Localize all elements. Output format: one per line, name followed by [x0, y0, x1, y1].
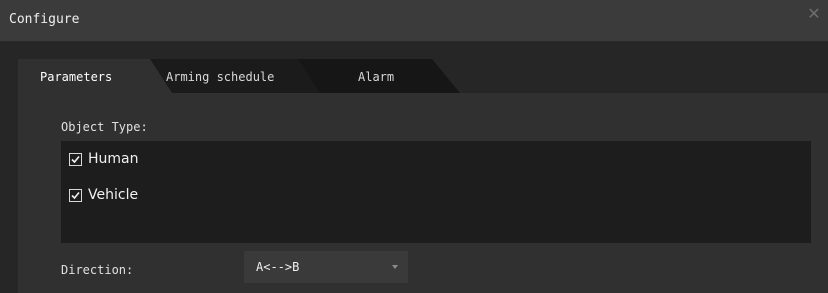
object-type-list: Human Vehicle — [61, 141, 811, 243]
direction-label: Direction: — [61, 263, 134, 277]
option-human[interactable]: Human — [69, 149, 139, 169]
checkmark-icon — [71, 155, 80, 163]
window-title: Configure — [9, 12, 80, 27]
human-checkbox[interactable] — [69, 152, 82, 166]
tab-arming-schedule-label: Arming schedule — [166, 70, 275, 84]
tab-parameters-label: Parameters — [40, 70, 113, 84]
tab-alarm-label: Alarm — [358, 70, 395, 84]
vehicle-label: Vehicle — [88, 187, 139, 203]
direction-value: A<-->B — [256, 260, 300, 274]
human-label: Human — [88, 151, 139, 167]
chevron-down-icon[interactable] — [392, 265, 398, 269]
title-bar: Configure ✕ — [0, 0, 828, 42]
tab-parameters[interactable]: Parameters — [18, 59, 178, 93]
dialog-content: Alarm Arming schedule Parameters Object … — [0, 42, 828, 293]
tab-strip: Alarm Arming schedule Parameters — [18, 59, 828, 93]
close-icon[interactable]: ✕ — [806, 6, 822, 22]
direction-select[interactable]: A<-->B — [244, 251, 408, 283]
vehicle-checkbox[interactable] — [69, 188, 82, 202]
checkmark-icon — [71, 191, 80, 199]
option-vehicle[interactable]: Vehicle — [69, 185, 138, 205]
object-type-label: Object Type: — [61, 120, 148, 134]
